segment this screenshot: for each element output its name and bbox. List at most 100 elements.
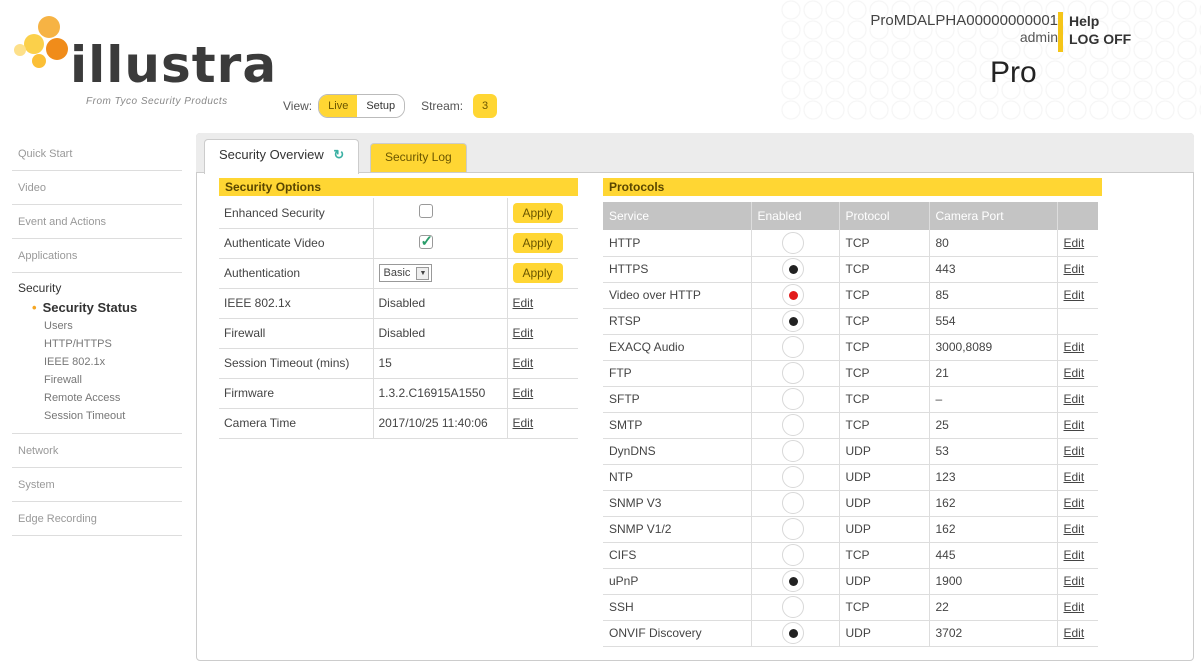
protocol-cell: TCP	[839, 360, 930, 387]
table-row: HTTPS TCP 443 Edit	[603, 256, 1098, 283]
port-cell: 1900	[929, 568, 1058, 595]
edit-link[interactable]: Edit	[513, 386, 534, 400]
service-cell: Video over HTTP	[603, 282, 752, 309]
protocol-cell: UDP	[839, 464, 930, 491]
column-header-protocol: Protocol	[839, 202, 930, 230]
enabled-radio[interactable]	[781, 336, 804, 358]
enabled-cell	[751, 620, 840, 647]
illustra-logo: illustra From Tyco Security Products	[14, 14, 276, 114]
help-link[interactable]: Help	[1069, 12, 1131, 30]
edit-link[interactable]: Edit	[1064, 496, 1085, 510]
sidebar-item-remote-access[interactable]: Remote Access	[18, 389, 182, 407]
sidebar-item-edge-recording[interactable]: Edge Recording	[12, 502, 182, 536]
edit-link[interactable]: Edit	[1064, 600, 1085, 614]
sidebar-item-security-status[interactable]: Security Status	[18, 299, 182, 317]
stream-selector[interactable]: 3	[473, 94, 498, 118]
protocol-cell: TCP	[839, 594, 930, 621]
authentication-select[interactable]: Basic ▼	[378, 264, 433, 282]
enabled-radio[interactable]	[781, 466, 804, 488]
sidebar-item-ieee-8021x[interactable]: IEEE 802.1x	[18, 353, 182, 371]
apply-button[interactable]: Apply	[512, 263, 563, 283]
sidebar-item-video[interactable]: Video	[12, 171, 182, 205]
enabled-radio[interactable]	[781, 362, 804, 384]
edit-link[interactable]: Edit	[1064, 262, 1085, 276]
enabled-radio[interactable]	[781, 258, 804, 280]
enabled-radio[interactable]	[781, 518, 804, 540]
edit-link[interactable]: Edit	[1064, 340, 1085, 354]
edit-cell: Edit	[1057, 334, 1098, 361]
live-button[interactable]: Live	[319, 95, 358, 117]
protocol-cell: TCP	[839, 230, 930, 257]
apply-button[interactable]: Apply	[512, 202, 563, 223]
sidebar-item-network[interactable]: Network	[12, 434, 182, 468]
sidebar-item-quick-start[interactable]: Quick Start	[12, 137, 182, 171]
enabled-radio[interactable]	[781, 284, 804, 306]
edit-link[interactable]: Edit	[513, 416, 534, 430]
sidebar-item-security[interactable]: Security	[18, 281, 182, 295]
edit-link[interactable]: Edit	[1064, 366, 1085, 380]
edit-cell: Edit	[1057, 620, 1098, 647]
enabled-radio[interactable]	[781, 440, 804, 462]
edit-link[interactable]: Edit	[1064, 626, 1085, 640]
sidebar-item-event-and-actions[interactable]: Event and Actions	[12, 205, 182, 239]
column-header-service: Service	[603, 202, 752, 230]
user-block: ProMDALPHA00000000001 admin	[838, 12, 1058, 45]
sidebar-item-firewall[interactable]: Firewall	[18, 371, 182, 389]
enabled-radio[interactable]	[781, 622, 804, 644]
edit-cell: Edit	[1057, 386, 1098, 413]
apply-button[interactable]: Apply	[512, 233, 563, 253]
edit-link[interactable]: Edit	[1064, 444, 1085, 458]
table-row: Camera Time 2017/10/25 11:40:06 Edit	[219, 408, 578, 439]
table-row: NTP UDP 123 Edit	[603, 464, 1098, 491]
logoff-link[interactable]: LOG OFF	[1069, 30, 1131, 48]
enabled-radio[interactable]	[781, 388, 804, 410]
edit-cell: Edit	[1057, 438, 1098, 465]
enabled-cell	[751, 594, 840, 621]
header-links: Help LOG OFF	[1069, 12, 1131, 48]
sidebar-item-users[interactable]: Users	[18, 317, 182, 335]
setup-button[interactable]: Setup	[357, 95, 405, 117]
table-row: Video over HTTP TCP 85 Edit	[603, 282, 1098, 309]
enabled-radio[interactable]	[781, 596, 804, 618]
option-label: Authentication	[219, 258, 374, 289]
enabled-radio[interactable]	[781, 310, 804, 332]
sidebar-item-applications[interactable]: Applications	[12, 239, 182, 273]
tab-security-log[interactable]: Security Log	[370, 143, 467, 172]
enhanced-security-checkbox[interactable]	[418, 204, 433, 219]
protocol-cell: UDP	[839, 568, 930, 595]
enabled-radio[interactable]	[781, 414, 804, 436]
tab-label: Security Overview	[219, 147, 324, 162]
port-cell: 123	[929, 464, 1058, 491]
edit-link[interactable]: Edit	[1064, 548, 1085, 562]
enabled-cell	[751, 412, 840, 439]
edit-cell: Edit	[1057, 568, 1098, 595]
edit-cell: Edit	[1057, 490, 1098, 517]
security-options-table: Enhanced Security Apply Authenticate Vid…	[219, 198, 578, 439]
edit-link[interactable]: Edit	[513, 326, 534, 340]
edit-link[interactable]: Edit	[1064, 574, 1085, 588]
edit-link[interactable]: Edit	[1064, 522, 1085, 536]
enabled-radio[interactable]	[781, 544, 804, 566]
sidebar-item-session-timeout[interactable]: Session Timeout	[18, 407, 182, 425]
option-value: Disabled	[373, 288, 508, 319]
table-row: EXACQ Audio TCP 3000,8089 Edit	[603, 334, 1098, 361]
tab-security-overview[interactable]: Security Overview ↻	[204, 139, 360, 174]
select-value: Basic	[383, 267, 411, 279]
enabled-cell	[751, 386, 840, 413]
edit-link[interactable]: Edit	[513, 296, 534, 310]
edit-link[interactable]: Edit	[1064, 288, 1085, 302]
sidebar-item-http-https[interactable]: HTTP/HTTPS	[18, 335, 182, 353]
enabled-radio[interactable]	[781, 570, 804, 592]
enabled-radio[interactable]	[781, 231, 804, 254]
service-cell: FTP	[603, 360, 752, 387]
edit-link[interactable]: Edit	[1064, 418, 1085, 432]
refresh-icon[interactable]: ↻	[333, 147, 344, 162]
edit-link[interactable]: Edit	[513, 356, 534, 370]
edit-link[interactable]: Edit	[1064, 392, 1085, 406]
authenticate-video-checkbox[interactable]	[418, 232, 433, 250]
table-row: Authentication Basic ▼ Apply	[219, 258, 578, 289]
sidebar-item-system[interactable]: System	[12, 468, 182, 502]
enabled-radio[interactable]	[781, 492, 804, 514]
edit-link[interactable]: Edit	[1064, 470, 1085, 484]
edit-link[interactable]: Edit	[1064, 236, 1085, 250]
